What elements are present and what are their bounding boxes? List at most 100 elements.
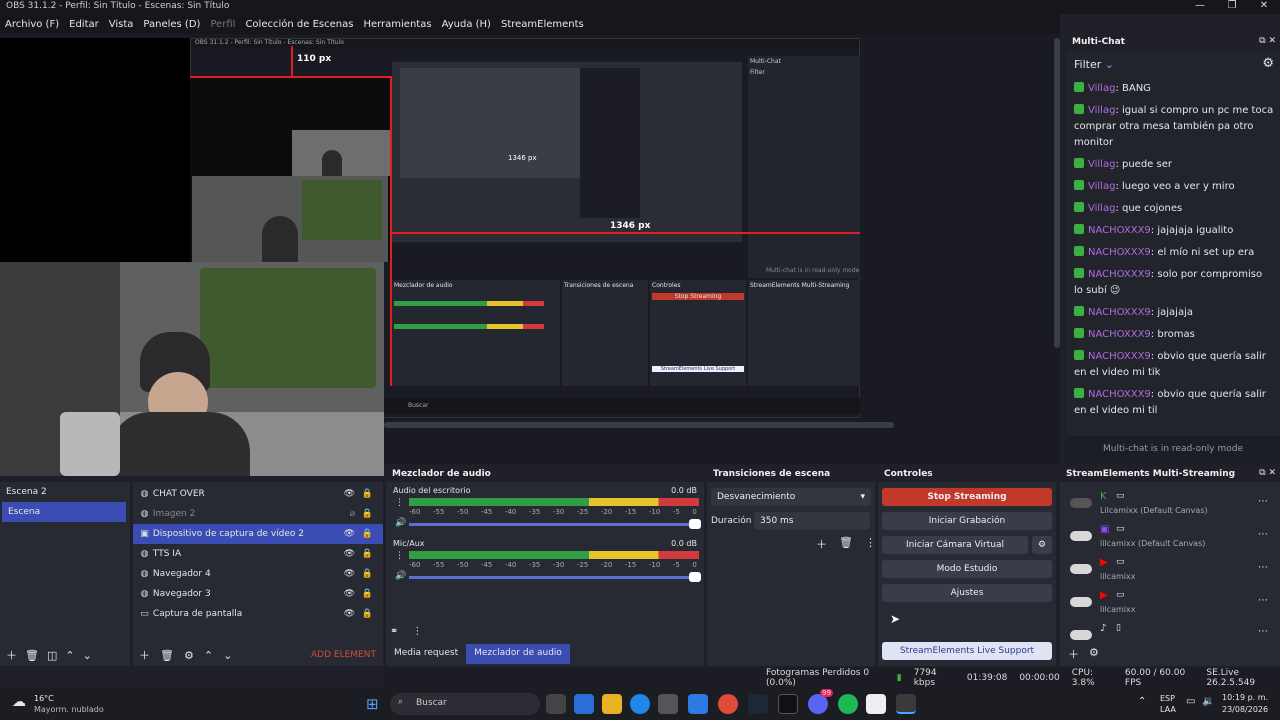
terminal-icon[interactable] (778, 694, 798, 714)
source-item[interactable]: ◍ CHAT OVER 👁 🔒 (133, 484, 383, 504)
gear-icon[interactable]: ⚙ (1089, 646, 1099, 662)
live-support-button[interactable]: StreamElements Live Support (882, 642, 1052, 660)
more-horizontal-icon[interactable]: ⋯ (1258, 496, 1268, 507)
chevron-up-icon[interactable]: ⌃ (65, 649, 74, 662)
tab-audio-mixer[interactable]: Mezclador de audio (466, 644, 570, 664)
toggle-switch[interactable] (1070, 498, 1092, 508)
more-horizontal-icon[interactable]: ⋯ (1258, 529, 1268, 540)
menu-coleccion[interactable]: Colección de Escenas (245, 19, 353, 30)
lock-icon[interactable]: 🔒 (362, 589, 373, 599)
spotify-icon[interactable] (838, 694, 858, 714)
filter-icon[interactable]: ◫ (47, 649, 57, 662)
close-icon[interactable]: ✕ (1248, 0, 1280, 14)
speaker-icon[interactable]: 🔊 (395, 518, 406, 528)
menu-editar[interactable]: Editar (69, 19, 99, 30)
store-icon[interactable] (658, 694, 678, 714)
language-code[interactable]: ESP (1160, 694, 1175, 703)
lock-icon[interactable]: 🔒 (362, 529, 373, 539)
settings-button[interactable]: Ajustes (882, 584, 1052, 602)
menu-paneles[interactable]: Paneles (D) (143, 19, 200, 30)
stop-streaming-button[interactable]: Stop Streaming (882, 488, 1052, 506)
scene-item-selected[interactable]: Escena (2, 502, 126, 522)
network-icon[interactable]: ▭ (1186, 696, 1195, 707)
source-item[interactable]: ▭ Captura de pantalla 👁 🔒 (133, 604, 383, 624)
add-element-button[interactable]: ADD ELEMENT (311, 650, 376, 660)
lock-icon[interactable]: 🔒 (362, 609, 373, 619)
trash-icon[interactable]: 🗑 (839, 536, 853, 552)
tab-media-request[interactable]: Media request (386, 644, 466, 664)
float-icon[interactable]: ⧉ (1259, 36, 1265, 46)
virtual-camera-button[interactable]: Iniciar Cámara Virtual (882, 536, 1028, 554)
eye-icon[interactable]: 👁 (344, 549, 355, 559)
se-target-row[interactable]: ▣ ▭ lilcamixx (Default Canvas) ⋯ (1066, 523, 1276, 556)
discord-icon[interactable] (808, 694, 828, 714)
toggle-switch[interactable] (1070, 564, 1092, 574)
studio-mode-button[interactable]: Modo Estudio (882, 560, 1052, 578)
add-icon[interactable]: ＋ (1068, 646, 1079, 662)
more-horizontal-icon[interactable]: ⋯ (1258, 562, 1268, 573)
lock-icon[interactable]: 🔒 (362, 489, 373, 499)
lock-icon[interactable]: 🔒 (362, 509, 373, 519)
se-target-row[interactable]: ▶ ▭ lilcamixx ⋯ (1066, 589, 1276, 622)
tray-overflow-icon[interactable]: ⌃ (1138, 696, 1146, 707)
close-icon[interactable]: ✕ (1268, 36, 1276, 46)
chevron-up-icon[interactable]: ⌃ (204, 649, 213, 662)
edge-icon[interactable] (630, 694, 650, 714)
se-target-row[interactable]: K ▭ Lilcamixx (Default Canvas) ⋯ (1066, 490, 1276, 523)
duration-stepper[interactable]: 350 ms (754, 512, 870, 530)
trash-icon[interactable]: 🗑 (25, 649, 39, 662)
add-icon[interactable]: ＋ (816, 536, 827, 552)
filter-dropdown[interactable]: Filter ⌄ (1066, 52, 1280, 77)
gear-icon[interactable]: ⚙ (1262, 56, 1274, 71)
menu-ayuda[interactable]: Ayuda (H) (442, 19, 491, 30)
menu-herramientas[interactable]: Herramientas (363, 19, 431, 30)
add-icon[interactable]: ＋ (139, 647, 150, 663)
eye-icon[interactable]: 👁 (344, 609, 355, 619)
chevron-down-icon[interactable]: ⌄ (223, 649, 232, 662)
scene-item[interactable]: Escena 2 (0, 482, 130, 502)
clock-time[interactable]: 10:19 p. m. (1222, 693, 1268, 702)
maximize-icon[interactable]: ❐ (1216, 0, 1248, 14)
close-icon[interactable]: ✕ (1268, 468, 1276, 478)
more-horizontal-icon[interactable]: ⋯ (1258, 626, 1268, 637)
volume-slider-handle[interactable] (689, 519, 701, 529)
volume-icon[interactable]: 🔉 (1202, 696, 1214, 707)
windows-start-icon[interactable]: ⊞ (366, 695, 379, 713)
gear-icon[interactable]: ⚙ (184, 649, 194, 662)
minimize-icon[interactable]: — (1184, 0, 1216, 14)
source-item[interactable]: ◍ Navegador 3 👁 🔒 (133, 584, 383, 604)
source-item[interactable]: ◍ Imagen 2 ⌀ 🔒 (133, 504, 383, 524)
more-horizontal-icon[interactable]: ⋯ (1258, 595, 1268, 606)
se-target-row[interactable]: ▶ ▭ lilcamixx ⋯ (1066, 556, 1276, 589)
source-item[interactable]: ◍ TTS IA 👁 🔒 (133, 544, 383, 564)
preview-hscrollbar[interactable] (384, 422, 894, 428)
weather-icon[interactable]: ☁ (12, 694, 26, 710)
menu-streamelements[interactable]: StreamElements (501, 19, 584, 30)
toggle-switch[interactable] (1070, 630, 1092, 640)
eye-icon[interactable]: 👁 (344, 569, 355, 579)
app-icon[interactable] (866, 694, 886, 714)
chrome-icon[interactable] (718, 694, 738, 714)
menu-archivo[interactable]: Archivo (F) (5, 19, 59, 30)
more-vertical-icon[interactable]: ⋮ (865, 536, 876, 552)
volume-slider[interactable] (409, 523, 699, 526)
add-icon[interactable]: ＋ (6, 647, 17, 663)
chevron-down-icon[interactable]: ⌄ (83, 649, 92, 662)
eye-icon[interactable]: 👁 (344, 589, 355, 599)
toggle-switch[interactable] (1070, 531, 1092, 541)
eye-icon[interactable]: 👁 (344, 529, 355, 539)
float-icon[interactable]: ⧉ (1259, 468, 1265, 478)
start-recording-button[interactable]: Iniciar Grabación (882, 512, 1052, 530)
task-view-icon[interactable] (546, 694, 566, 714)
volume-slider[interactable] (409, 576, 699, 579)
speaker-icon[interactable]: 🔊 (395, 571, 406, 581)
eye-slash-icon[interactable]: ⌀ (350, 509, 355, 519)
taskbar-search[interactable]: Buscar ⌕ (390, 693, 540, 715)
more-vertical-icon[interactable]: ⋮ (395, 551, 404, 561)
more-vertical-icon[interactable]: ⋮ (395, 498, 404, 508)
link-icon[interactable]: ⚭ (390, 626, 398, 637)
eye-icon[interactable]: 👁 (344, 489, 355, 499)
transition-select[interactable]: Desvanecimiento ▾ (711, 488, 871, 506)
se-target-row[interactable]: ♪ ▯ ⋯ (1066, 622, 1276, 642)
toggle-switch[interactable] (1070, 597, 1092, 607)
